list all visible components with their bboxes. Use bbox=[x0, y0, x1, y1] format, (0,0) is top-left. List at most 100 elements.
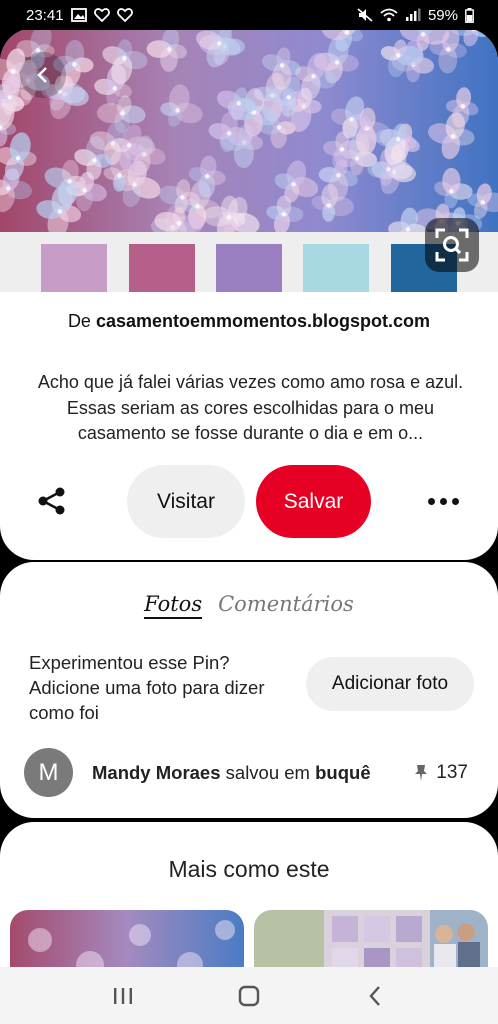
status-time: 23:41 bbox=[26, 6, 64, 24]
home-button[interactable] bbox=[229, 976, 269, 1016]
color-swatch[interactable] bbox=[303, 244, 369, 292]
dot-icon bbox=[427, 497, 435, 505]
color-swatch[interactable] bbox=[41, 244, 107, 292]
saver-name[interactable]: Mandy Moraes bbox=[92, 762, 221, 783]
petal-center bbox=[236, 101, 242, 106]
saver-board[interactable]: buquê bbox=[315, 762, 371, 783]
petal-center bbox=[395, 137, 401, 142]
petal-center bbox=[326, 203, 332, 208]
petal-center bbox=[10, 69, 16, 74]
petal-center bbox=[175, 108, 180, 113]
pin-count-value: 137 bbox=[436, 762, 468, 783]
gallery-icon bbox=[70, 8, 87, 22]
avatar[interactable]: M bbox=[24, 748, 73, 797]
petal-center bbox=[405, 227, 411, 232]
system-nav-bar bbox=[0, 967, 498, 1024]
petal-center bbox=[339, 147, 345, 152]
pin-actions: Visitar Salvar bbox=[0, 465, 498, 539]
saver-row[interactable]: M Mandy Moraes salvou em buquê 137 bbox=[24, 748, 474, 798]
petal-center bbox=[167, 47, 172, 52]
petal-center bbox=[291, 182, 296, 187]
status-bar: 23:41 59% bbox=[0, 0, 498, 30]
petal-center bbox=[122, 56, 127, 61]
petal-center bbox=[311, 74, 316, 79]
petal-center bbox=[349, 117, 354, 122]
petal-center bbox=[281, 212, 287, 217]
saver-action: salvou em bbox=[225, 762, 310, 783]
tab-comments[interactable]: Comentários bbox=[218, 592, 354, 619]
petal-center bbox=[450, 134, 456, 139]
color-palette bbox=[0, 232, 498, 292]
tab-photos[interactable]: Fotos bbox=[144, 592, 203, 619]
petal-center bbox=[7, 95, 12, 100]
pin-count: 137 bbox=[414, 762, 468, 784]
petal-center bbox=[176, 221, 182, 226]
petal-center bbox=[334, 60, 340, 65]
heart-icon bbox=[93, 8, 110, 22]
back-icon bbox=[369, 985, 380, 1006]
petal-center bbox=[386, 167, 391, 172]
petal-center bbox=[72, 62, 77, 67]
petal-center bbox=[344, 30, 349, 35]
share-icon bbox=[38, 487, 65, 515]
petal-center bbox=[112, 86, 117, 91]
lens-search-icon bbox=[435, 228, 469, 262]
share-button[interactable] bbox=[32, 481, 72, 521]
more-options-button[interactable] bbox=[420, 481, 466, 521]
pin-image[interactable] bbox=[0, 28, 498, 232]
battery-level: 59% bbox=[427, 6, 458, 24]
petal-center bbox=[460, 104, 466, 109]
petal-center bbox=[82, 188, 87, 193]
petal-center bbox=[226, 215, 232, 220]
more-like-this-title: Mais como este bbox=[168, 856, 330, 882]
visual-search-button[interactable] bbox=[425, 218, 479, 272]
home-icon bbox=[238, 985, 260, 1006]
recent-apps-button[interactable] bbox=[103, 976, 143, 1016]
petal-center bbox=[120, 111, 125, 116]
petal-center bbox=[286, 95, 291, 100]
petal-center bbox=[480, 200, 485, 205]
petal-center bbox=[226, 131, 232, 136]
back-nav-button[interactable] bbox=[355, 976, 395, 1016]
wifi-icon bbox=[380, 8, 398, 22]
petal-center bbox=[279, 63, 285, 68]
color-swatch[interactable] bbox=[129, 244, 195, 292]
try-pin-prompt: Experimentou esse Pin? Adicione uma foto… bbox=[29, 652, 265, 723]
petal-center bbox=[92, 158, 97, 163]
saver-text: Mandy Moraes salvou em buquê bbox=[92, 762, 371, 784]
save-button[interactable]: Salvar bbox=[256, 465, 371, 538]
petal-center bbox=[396, 53, 401, 58]
petal-center bbox=[57, 209, 63, 214]
pin-source: De casamentoemmomentos.blogspot.com bbox=[0, 311, 498, 332]
petal-center bbox=[195, 204, 200, 209]
back-button[interactable] bbox=[20, 52, 66, 98]
petal-center bbox=[217, 41, 222, 46]
visit-button[interactable]: Visitar bbox=[127, 465, 245, 538]
petal-center bbox=[420, 32, 426, 37]
petal-center bbox=[6, 186, 11, 191]
petal-center bbox=[117, 173, 122, 178]
pin-icon bbox=[415, 765, 428, 781]
photos-tabs: Fotos Comentários bbox=[0, 592, 498, 619]
color-swatch[interactable] bbox=[216, 244, 282, 292]
pin-card: De casamentoemmomentos.blogspot.com Acho… bbox=[0, 28, 498, 560]
source-prefix: De bbox=[67, 311, 91, 331]
pin-description[interactable]: Acho que já falei várias vezes como amo … bbox=[28, 370, 473, 447]
heart-icon bbox=[116, 8, 133, 22]
dot-icon bbox=[439, 497, 447, 505]
source-link[interactable]: casamentoemmomentos.blogspot.com bbox=[96, 311, 430, 331]
photos-card: Fotos Comentários Experimentou esse Pin?… bbox=[0, 562, 498, 818]
petal-center bbox=[180, 195, 185, 200]
add-photo-button[interactable]: Adicionar foto bbox=[306, 657, 474, 711]
petal-center bbox=[15, 156, 21, 161]
dot-icon bbox=[451, 497, 459, 505]
petal-center bbox=[449, 189, 454, 194]
petal-center bbox=[204, 174, 210, 179]
petal-center bbox=[276, 125, 282, 130]
signal-icon bbox=[405, 8, 421, 22]
battery-icon bbox=[465, 7, 474, 23]
petal-center bbox=[67, 179, 72, 184]
recents-icon bbox=[114, 987, 132, 1004]
mute-icon bbox=[357, 8, 373, 22]
petal-center bbox=[127, 143, 132, 148]
